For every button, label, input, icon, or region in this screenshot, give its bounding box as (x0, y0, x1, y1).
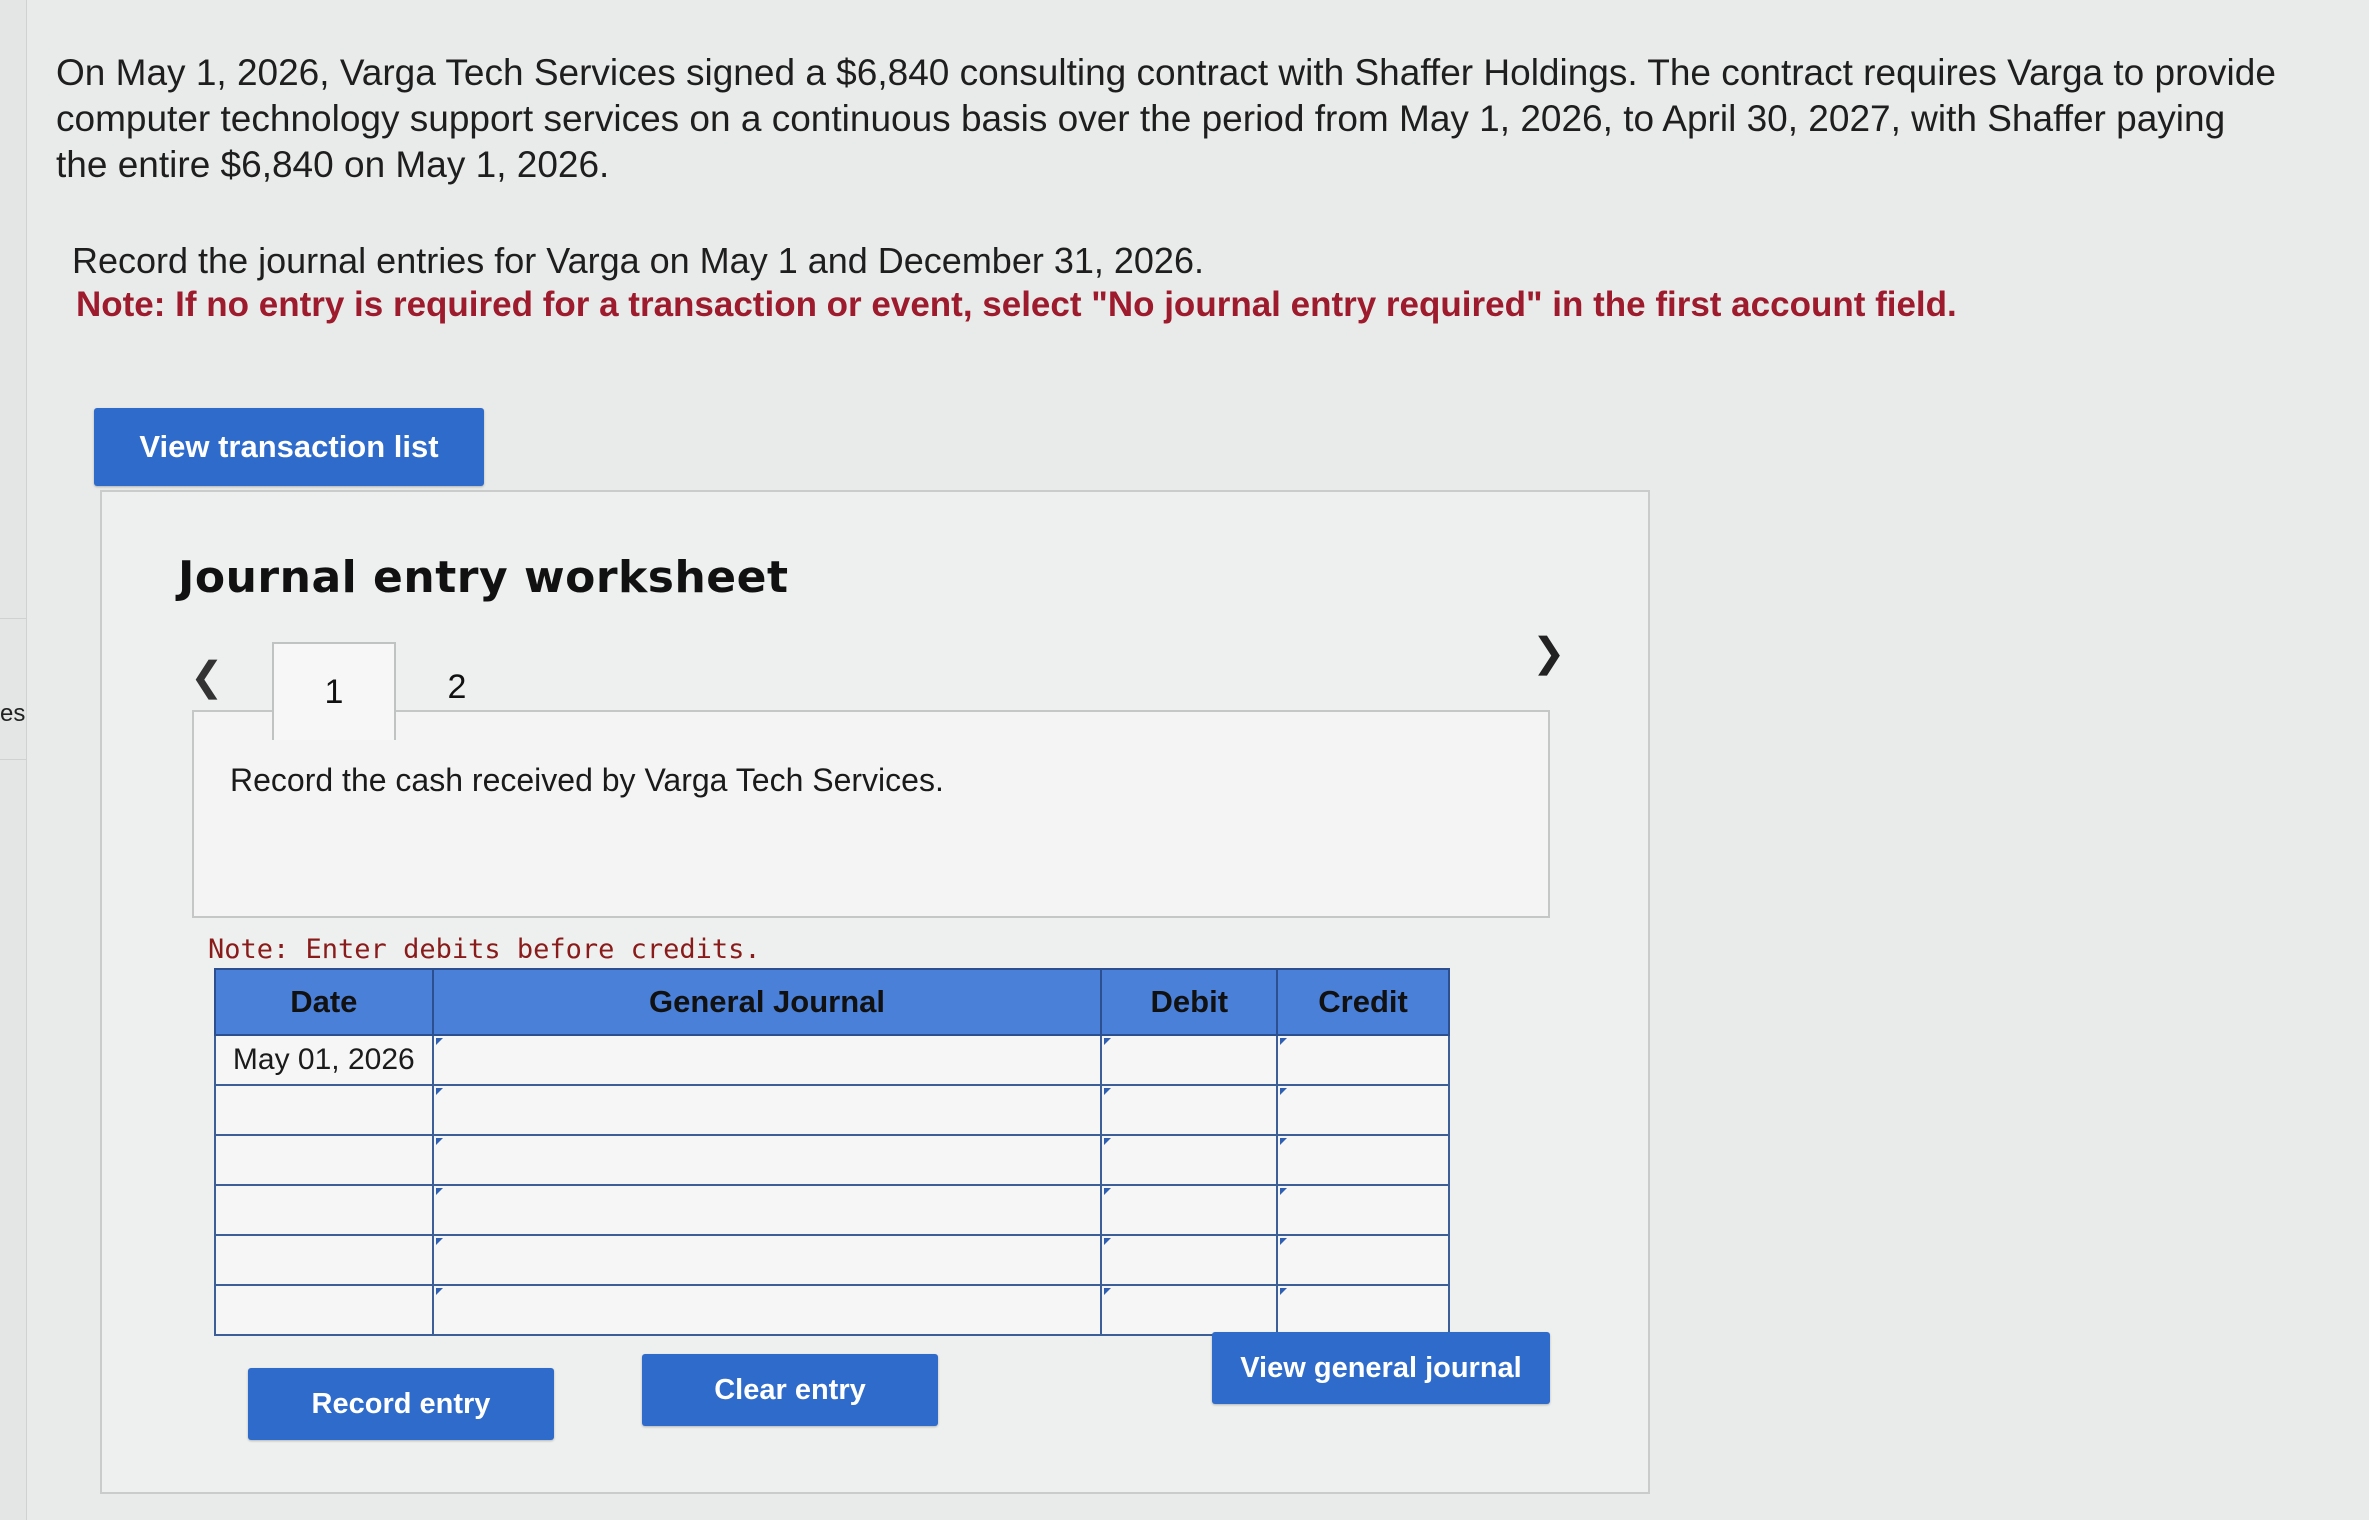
credit-input[interactable] (1276, 1134, 1450, 1186)
table-row (214, 1284, 1450, 1336)
date-cell (214, 1284, 434, 1336)
prompt-text: Record the cash received by Varga Tech S… (230, 762, 944, 798)
account-input[interactable] (431, 1234, 1103, 1286)
chevron-right-icon[interactable]: ❯ (1532, 630, 1566, 676)
credit-input[interactable] (1276, 1034, 1450, 1086)
column-header-date: Date (214, 968, 434, 1036)
worksheet-title: Journal entry worksheet (178, 552, 789, 603)
credit-input[interactable] (1276, 1084, 1450, 1136)
record-entry-button[interactable]: Record entry (248, 1368, 554, 1440)
clear-entry-button[interactable]: Clear entry (642, 1354, 938, 1426)
left-rail-tab[interactable] (0, 618, 26, 760)
account-input[interactable] (431, 1084, 1103, 1136)
debit-input[interactable] (1100, 1084, 1279, 1136)
column-header-debit: Debit (1100, 968, 1279, 1036)
problem-instruction: Record the journal entries for Varga on … (72, 240, 1204, 281)
debit-input[interactable] (1100, 1034, 1279, 1086)
account-input[interactable] (431, 1284, 1103, 1336)
prompt-box: Record the cash received by Varga Tech S… (192, 710, 1550, 918)
account-input[interactable] (431, 1034, 1103, 1086)
debits-note: Note: Enter debits before credits. (208, 934, 761, 965)
journal-table: Date General Journal Debit Credit May 01… (214, 968, 1450, 1336)
problem-intro: On May 1, 2026, Varga Tech Services sign… (56, 52, 2276, 185)
view-transaction-list-button[interactable]: View transaction list (94, 408, 484, 486)
date-cell: May 01, 2026 (214, 1034, 434, 1086)
debit-input[interactable] (1100, 1134, 1279, 1186)
date-cell (214, 1184, 434, 1236)
table-row: May 01, 2026 (214, 1034, 1450, 1086)
debit-input[interactable] (1100, 1234, 1279, 1286)
date-cell (214, 1234, 434, 1286)
column-header-general-journal: General Journal (431, 968, 1103, 1036)
credit-input[interactable] (1276, 1284, 1450, 1336)
left-rail-text: es (0, 700, 26, 727)
credit-input[interactable] (1276, 1234, 1450, 1286)
table-row (214, 1234, 1450, 1286)
left-rail: es (0, 0, 27, 1520)
debit-input[interactable] (1100, 1284, 1279, 1336)
journal-entry-worksheet: Journal entry worksheet ❮ ❯ 1 2 Record t… (100, 490, 1650, 1494)
problem-note: Note: If no entry is required for a tran… (76, 285, 1957, 324)
credit-input[interactable] (1276, 1184, 1450, 1236)
date-cell (214, 1084, 434, 1136)
tab-1[interactable]: 1 (272, 642, 396, 740)
view-general-journal-button[interactable]: View general journal (1212, 1332, 1550, 1404)
table-row (214, 1134, 1450, 1186)
chevron-left-icon[interactable]: ❮ (190, 654, 224, 700)
account-input[interactable] (431, 1134, 1103, 1186)
account-input[interactable] (431, 1184, 1103, 1236)
debit-input[interactable] (1100, 1184, 1279, 1236)
date-cell (214, 1134, 434, 1186)
table-row (214, 1084, 1450, 1136)
column-header-credit: Credit (1276, 968, 1450, 1036)
table-row (214, 1184, 1450, 1236)
